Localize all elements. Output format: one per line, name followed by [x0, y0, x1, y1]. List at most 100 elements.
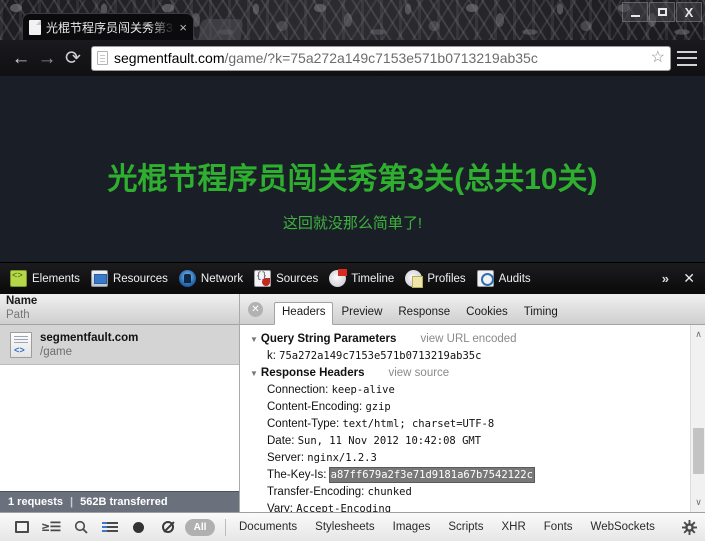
- network-icon: [179, 270, 196, 287]
- tab-label: Audits: [499, 273, 531, 285]
- chevron-down-icon: ▼: [250, 331, 258, 348]
- tab-preview[interactable]: Preview: [333, 302, 390, 324]
- settings-gear-icon[interactable]: [679, 520, 699, 535]
- more-tabs-icon[interactable]: »: [662, 263, 669, 294]
- close-window-button[interactable]: X: [676, 2, 702, 22]
- filter-all-button[interactable]: All: [185, 519, 215, 536]
- tab-cookies[interactable]: Cookies: [458, 302, 516, 324]
- headers-content: ▼ Query String Parameters view URL encod…: [240, 325, 690, 512]
- header-value: 75a272a149c7153e571b0713219ab35c: [279, 350, 481, 362]
- url-path: /game/?k=75a272a149c7153e571b0713219ab35…: [225, 50, 538, 66]
- tab-timeline[interactable]: Timeline: [327, 263, 403, 294]
- forward-icon[interactable]: →: [34, 49, 60, 68]
- header-row: k: 75a272a149c7153e571b0713219ab35c: [250, 348, 690, 365]
- bookmark-star-icon[interactable]: ☆: [647, 50, 665, 66]
- scroll-up-icon[interactable]: ∧: [691, 327, 705, 342]
- network-requests-pane: Name Path segmentfault.com /game 1 reque…: [0, 294, 240, 512]
- url-host: segmentfault.com: [114, 50, 225, 66]
- tab-profiles[interactable]: Profiles: [403, 263, 474, 294]
- table-row[interactable]: segmentfault.com /game: [0, 325, 239, 365]
- resources-icon: [91, 270, 108, 287]
- console-prompt-icon[interactable]: ≥☰: [37, 513, 66, 541]
- close-devtools-icon[interactable]: ✕: [683, 263, 695, 294]
- tab-timing[interactable]: Timing: [516, 302, 566, 324]
- tab-title: 光棍节程序员闯关秀第3关(总共10关): [46, 19, 175, 36]
- requests-column-header[interactable]: Name Path: [0, 294, 239, 325]
- devtools-toolbar: ≥☰ All Documents Stylesheets Images Scri…: [0, 512, 705, 541]
- page-subtitle: 这回就没那么简单了!: [0, 212, 705, 233]
- tab-label: Network: [201, 273, 243, 285]
- view-url-encoded-link[interactable]: view URL encoded: [420, 331, 516, 348]
- header-row: Content-Type: text/html; charset=UTF-8: [250, 416, 690, 433]
- request-count: 1 requests: [8, 496, 63, 508]
- address-bar[interactable]: segmentfault.com/game/?k=75a272a149c7153…: [91, 46, 671, 71]
- header-row: Date: Sun, 11 Nov 2012 10:42:08 GMT: [250, 433, 690, 450]
- page-content: 光棍节程序员闯关秀第3关(总共10关) 这回就没那么简单了!: [0, 76, 705, 262]
- clear-ban-icon[interactable]: [153, 513, 182, 541]
- header-row-selected: The-Key-Is: a87ff679a2f3e71d9181a67b7542…: [250, 467, 690, 484]
- tab-elements[interactable]: Elements: [8, 263, 89, 294]
- maximize-button[interactable]: [649, 2, 675, 22]
- header-key: k:: [267, 350, 276, 362]
- header-key: The-Key-Is:: [267, 469, 326, 481]
- tab-headers[interactable]: Headers: [274, 302, 333, 325]
- devtools-tabbar: Elements Resources Network Sources Timel…: [0, 263, 705, 294]
- tab-label: Resources: [113, 273, 168, 285]
- navigation-bar: ← → ⟳ segmentfault.com/game/?k=75a272a14…: [0, 40, 705, 76]
- header-key: Transfer-Encoding:: [267, 486, 364, 498]
- filter-fonts[interactable]: Fonts: [535, 521, 582, 533]
- section-title: Query String Parameters: [261, 331, 397, 348]
- document-icon: [10, 332, 32, 358]
- dock-icon[interactable]: [8, 513, 37, 541]
- filter-stylesheets[interactable]: Stylesheets: [306, 521, 383, 533]
- section-response-headers[interactable]: ▼ Response Headers view source: [250, 365, 690, 382]
- divider: [225, 519, 226, 536]
- header-key: Date:: [267, 435, 295, 447]
- address-bar-url: segmentfault.com/game/?k=75a272a149c7153…: [114, 50, 538, 66]
- tab-network[interactable]: Network: [177, 263, 252, 294]
- record-dot-icon[interactable]: [124, 513, 153, 541]
- tab-resources[interactable]: Resources: [89, 263, 177, 294]
- close-detail-icon[interactable]: ✕: [248, 302, 263, 317]
- close-icon[interactable]: ×: [175, 20, 187, 35]
- elements-icon: [10, 270, 27, 287]
- header-row: Connection: keep-alive: [250, 382, 690, 399]
- header-value: keep-alive: [332, 384, 395, 396]
- view-source-link[interactable]: view source: [388, 365, 449, 382]
- header-key: Content-Encoding:: [267, 401, 362, 413]
- console-glyph: ≥☰: [42, 520, 61, 535]
- list-icon[interactable]: [95, 513, 124, 541]
- header-value-selected[interactable]: a87ff679a2f3e71d9181a67b7542122c: [330, 468, 534, 482]
- timeline-icon: [329, 270, 346, 287]
- filter-documents[interactable]: Documents: [230, 521, 306, 533]
- filter-xhr[interactable]: XHR: [493, 521, 535, 533]
- filter-websockets[interactable]: WebSockets: [582, 521, 664, 533]
- back-icon[interactable]: ←: [8, 49, 34, 68]
- page-info-icon[interactable]: [97, 51, 108, 65]
- request-path: /game: [40, 345, 138, 359]
- new-tab-button[interactable]: [199, 19, 244, 40]
- browser-menu-icon[interactable]: [677, 50, 697, 67]
- section-query-string-parameters[interactable]: ▼ Query String Parameters view URL encod…: [250, 331, 690, 348]
- detail-scrollbar[interactable]: ∧ ∨: [690, 325, 705, 512]
- search-icon[interactable]: [66, 513, 95, 541]
- reload-icon[interactable]: ⟳: [60, 49, 86, 68]
- section-title: Response Headers: [261, 365, 365, 382]
- tab-response[interactable]: Response: [390, 302, 458, 324]
- filter-scripts[interactable]: Scripts: [439, 521, 492, 533]
- scroll-down-icon[interactable]: ∨: [691, 495, 705, 510]
- tab-sources[interactable]: Sources: [252, 263, 327, 294]
- browser-window: X 光棍节程序员闯关秀第3关(总共10关) × ← → ⟳ segmentfau…: [0, 0, 705, 541]
- header-value: Sun, 11 Nov 2012 10:42:08 GMT: [298, 435, 481, 447]
- filter-images[interactable]: Images: [384, 521, 440, 533]
- browser-tab[interactable]: 光棍节程序员闯关秀第3关(总共10关) ×: [22, 13, 194, 40]
- tab-audits[interactable]: Audits: [475, 263, 540, 294]
- tab-label: Elements: [32, 273, 80, 285]
- page-icon: [29, 20, 41, 35]
- tab-label: Timeline: [351, 273, 394, 285]
- devtools-panel: Elements Resources Network Sources Timel…: [0, 262, 705, 541]
- header-key: Content-Type:: [267, 418, 339, 430]
- scrollbar-thumb[interactable]: [693, 428, 704, 474]
- header-value: nginx/1.2.3: [307, 452, 377, 464]
- minimize-button[interactable]: [622, 2, 648, 22]
